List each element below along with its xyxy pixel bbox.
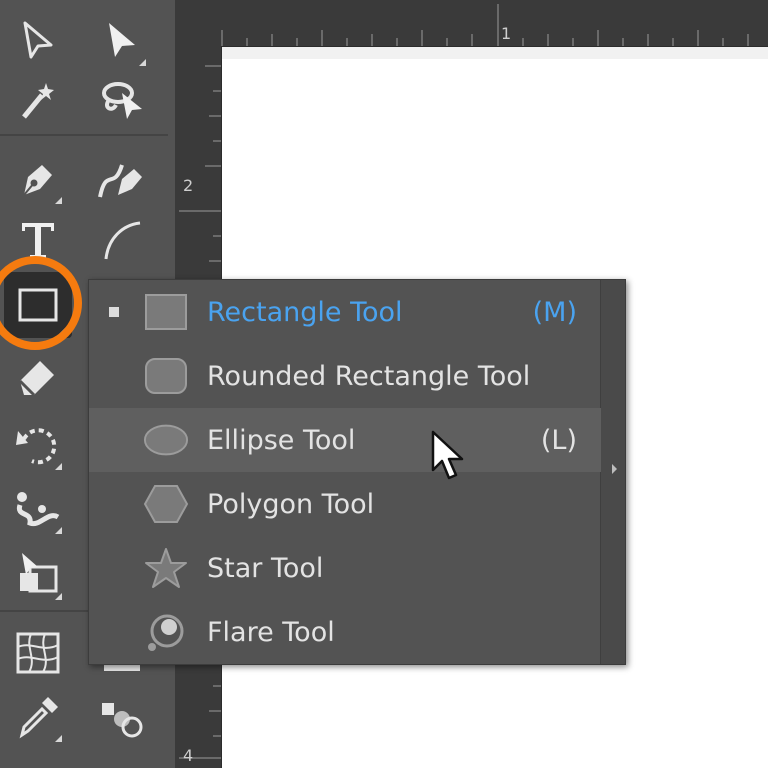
magic-wand-icon — [16, 79, 60, 123]
mouse-pointer-icon — [430, 430, 466, 486]
flyout-item-label: Flare Tool — [207, 616, 335, 648]
puppet-warp-icon — [12, 487, 64, 531]
flyout-item-label: Rectangle Tool — [207, 296, 403, 328]
mesh-tool-button[interactable] — [8, 624, 68, 682]
shape-builder-tool-button[interactable] — [8, 546, 68, 604]
magic-wand-tool-button[interactable] — [8, 72, 68, 130]
arc-icon — [100, 217, 144, 261]
flyout-item-rectangle-tool[interactable]: Rectangle Tool (M) — [89, 280, 601, 344]
current-tool-bullet — [109, 307, 119, 317]
toolbar-divider — [0, 134, 168, 136]
flyout-item-rounded-rectangle-tool[interactable]: Rounded Rectangle Tool — [89, 344, 601, 408]
flyout-indicator — [55, 527, 62, 534]
star-icon — [143, 545, 189, 591]
flyout-item-label: Star Tool — [207, 552, 324, 584]
solid-arrow-icon — [105, 21, 139, 61]
rotate-icon — [14, 423, 62, 467]
artboard-edge — [222, 47, 768, 59]
flyout-indicator — [55, 197, 62, 204]
flyout-indicator — [55, 735, 62, 742]
curvature-tool-button[interactable] — [92, 150, 152, 208]
flare-icon — [143, 609, 189, 655]
rotate-tool-button[interactable] — [8, 416, 68, 474]
flyout-item-label: Rounded Rectangle Tool — [207, 360, 531, 392]
selection-tool-button[interactable] — [92, 12, 152, 70]
tearoff-strip[interactable] — [600, 280, 625, 664]
shape-builder-icon — [12, 551, 64, 599]
shape-tools-flyout: Rectangle Tool (M) Rounded Rectangle Too… — [88, 279, 626, 665]
ruler-number: 1 — [501, 24, 512, 43]
mesh-icon — [15, 631, 61, 675]
flyout-item-ellipse-tool[interactable]: Ellipse Tool (L) — [89, 408, 601, 472]
blend-tool-button[interactable] — [92, 688, 152, 746]
flyout-item-polygon-tool[interactable]: Polygon Tool — [89, 472, 601, 536]
flyout-item-star-tool[interactable]: Star Tool — [89, 536, 601, 600]
flyout-item-label: Ellipse Tool — [207, 424, 356, 456]
flyout-item-shortcut: (L) — [540, 424, 577, 456]
flyout-item-label: Polygon Tool — [207, 488, 375, 520]
flyout-indicator — [55, 593, 62, 600]
puppet-warp-tool-button[interactable] — [8, 480, 68, 538]
eyedropper-icon — [16, 695, 60, 739]
curvature-pen-icon — [96, 157, 148, 201]
flyout-indicator — [55, 463, 62, 470]
eraser-icon — [16, 353, 60, 397]
line-segment-tool-button[interactable] — [92, 210, 152, 268]
hexagon-icon — [143, 481, 189, 527]
ellipse-icon — [143, 417, 189, 463]
horizontal-ruler: 1 — [175, 0, 768, 47]
hollow-arrow-icon — [21, 21, 55, 61]
blend-icon — [98, 695, 146, 739]
lasso-icon — [98, 79, 146, 123]
rounded-rectangle-icon — [143, 353, 189, 399]
flyout-item-flare-tool[interactable]: Flare Tool — [89, 600, 601, 664]
tearoff-arrow-icon — [612, 464, 617, 474]
ruler-number: 4 — [183, 746, 194, 765]
direct-selection-tool-button[interactable] — [8, 12, 68, 70]
type-t-icon — [18, 217, 58, 261]
ruler-number: 2 — [183, 176, 194, 195]
eraser-tool-button[interactable] — [8, 346, 68, 404]
flyout-indicator — [139, 59, 146, 66]
eyedropper-tool-button[interactable] — [8, 688, 68, 746]
ruler-ticks — [221, 4, 749, 46]
flyout-item-shortcut: (M) — [532, 296, 577, 328]
lasso-tool-button[interactable] — [92, 72, 152, 130]
rectangle-icon — [143, 289, 189, 335]
pen-tool-button[interactable] — [8, 150, 68, 208]
pen-nib-icon — [16, 157, 60, 201]
